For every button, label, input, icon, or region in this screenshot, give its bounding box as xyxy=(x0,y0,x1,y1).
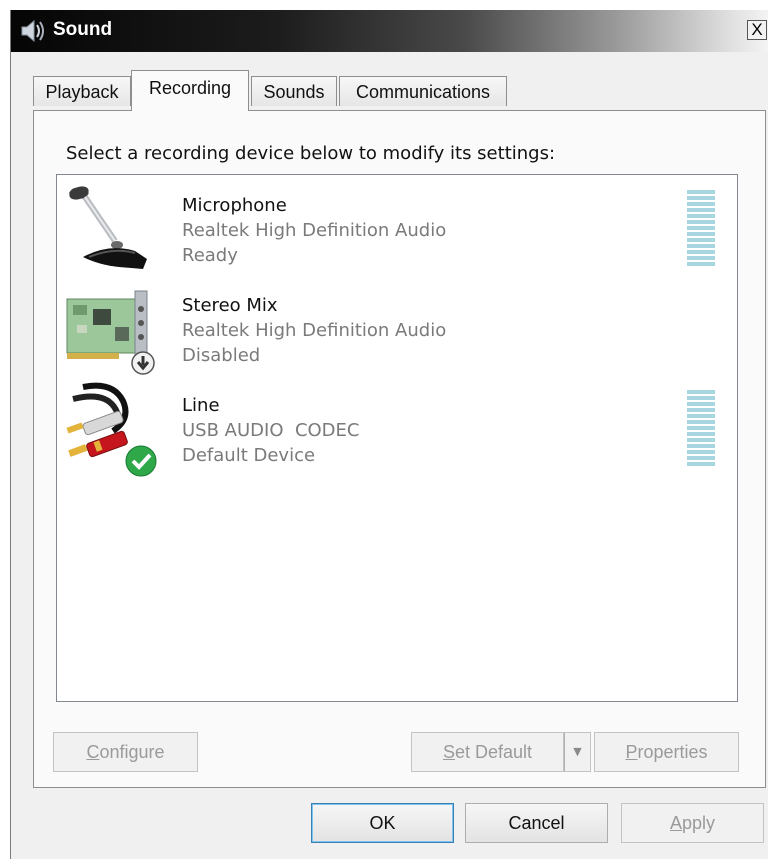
instruction-text: Select a recording device below to modif… xyxy=(66,143,556,164)
set-default-dropdown[interactable]: ▼ xyxy=(564,732,591,772)
apply-button[interactable]: Apply xyxy=(621,803,764,843)
set-default-accel: S xyxy=(442,742,455,762)
device-name: Stereo Mix xyxy=(182,295,278,316)
title-bar[interactable]: Sound X xyxy=(11,10,768,52)
device-driver: USB AUDIO CODEC xyxy=(182,420,360,441)
disabled-arrow-icon xyxy=(131,351,155,375)
device-driver: Realtek High Definition Audio xyxy=(182,220,447,241)
device-name: Microphone xyxy=(182,195,287,216)
cancel-button[interactable]: Cancel xyxy=(465,803,608,843)
properties-label: roperties xyxy=(637,742,708,762)
device-list[interactable]: Microphone Realtek High Definition Audio… xyxy=(56,174,738,702)
configure-accel: C xyxy=(86,742,100,762)
set-default-label: et Default xyxy=(454,742,533,762)
device-item-line[interactable]: Line USB AUDIO CODEC Default Device xyxy=(57,375,737,477)
sound-dialog: Sound X Playback Recording Sounds Commun… xyxy=(10,10,768,859)
device-item-microphone[interactable]: Microphone Realtek High Definition Audio… xyxy=(57,175,737,275)
microphone-icon xyxy=(69,186,147,269)
apply-accel: A xyxy=(669,813,682,833)
device-status: Ready xyxy=(182,245,238,266)
tab-sounds[interactable]: Sounds xyxy=(251,76,337,106)
set-default-button[interactable]: Set Default xyxy=(411,732,564,772)
speaker-icon xyxy=(21,19,44,43)
tab-recording[interactable]: Recording xyxy=(131,70,249,111)
device-status: Default Device xyxy=(182,445,316,466)
recording-panel: Select a recording device below to modif… xyxy=(33,110,766,788)
properties-accel: P xyxy=(625,742,638,762)
close-button[interactable]: X xyxy=(747,20,767,40)
device-name: Line xyxy=(182,395,220,416)
level-meter xyxy=(687,390,715,468)
configure-button[interactable]: Configure xyxy=(53,732,198,772)
device-driver: Realtek High Definition Audio xyxy=(182,320,447,341)
device-status: Disabled xyxy=(182,345,261,366)
properties-button[interactable]: Properties xyxy=(594,732,739,772)
green-check-icon xyxy=(125,445,157,477)
tab-communications[interactable]: Communications xyxy=(339,76,507,106)
configure-label: onfigure xyxy=(99,742,165,762)
tab-playback[interactable]: Playback xyxy=(33,76,131,106)
ok-button[interactable]: OK xyxy=(311,803,454,843)
close-icon: X xyxy=(751,20,763,39)
chevron-down-icon: ▼ xyxy=(573,745,582,758)
apply-label: pply xyxy=(681,813,716,833)
device-item-stereo-mix[interactable]: Stereo Mix Realtek High Definition Audio… xyxy=(57,275,737,375)
level-meter xyxy=(687,190,715,268)
window-title: Sound xyxy=(53,19,113,40)
